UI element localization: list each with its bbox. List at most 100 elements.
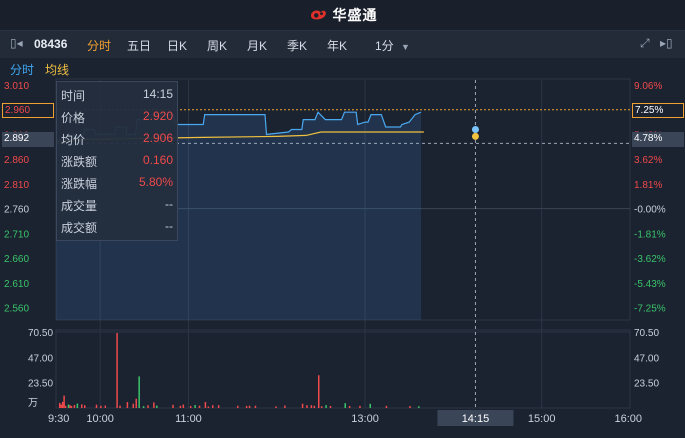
tooltip-value: 2.906 (142, 131, 173, 145)
volume-bar (64, 405, 67, 408)
volume-bar (61, 401, 64, 408)
brand-name: 华盛通 (332, 7, 378, 23)
interval-select[interactable]: 1分 ▼ (375, 37, 410, 54)
time-tick-label: 15:00 (528, 413, 556, 425)
volume-bar (194, 404, 196, 408)
time-tick-label: 16:00 (614, 413, 642, 425)
volume-pane-frame (55, 329, 631, 409)
volume-tick-label-left: 70.50 (28, 328, 53, 339)
tab-daily-k[interactable]: 日K (167, 37, 187, 54)
chevron-down-icon: ▼ (401, 42, 410, 52)
current-price-tag: 2.960 (2, 102, 54, 118)
average-cursor-dot (471, 132, 479, 140)
volume-bar (418, 406, 420, 408)
volume-bar (284, 405, 286, 408)
volume-bar (254, 405, 257, 408)
volume-bar (63, 395, 65, 408)
brand-logo-icon (310, 10, 326, 20)
brand-logo: 华盛通 (308, 5, 378, 25)
volume-bar (135, 398, 137, 408)
volume-bar (212, 405, 214, 408)
volume-bar (153, 402, 155, 408)
price-tick-label: 2.760 (4, 205, 29, 216)
volume-bar (81, 404, 83, 408)
pct-tick-label: -1.81% (634, 229, 666, 240)
volume-bar (100, 405, 102, 408)
volume-bar (119, 405, 121, 408)
tab-yearly-k[interactable]: 年K (327, 37, 347, 54)
tooltip-value: -- (165, 219, 173, 233)
price-cursor-dot (471, 125, 479, 133)
volume-bar (138, 376, 140, 408)
volume-tick-label-right: 23.50 (634, 379, 659, 390)
pct-tick-label: 1.81% (634, 180, 662, 191)
volume-bar (156, 405, 158, 408)
volume-bar (142, 406, 145, 408)
tab-quarterly-k[interactable]: 季K (287, 37, 307, 54)
price-tick-label: 2.710 (4, 229, 29, 240)
pct-tick-label: 9.06% (634, 81, 662, 92)
volume-bar (320, 406, 323, 408)
tooltip-label: 涨跌额 (61, 155, 98, 169)
time-tick-label: 13:00 (351, 413, 379, 425)
volume-bar (95, 404, 98, 408)
tooltip-label: 涨跌幅 (61, 177, 98, 191)
tooltip-row-avg: 均价 2.906 (61, 128, 173, 150)
tooltip-row-volume: 成交量 -- (61, 194, 173, 216)
volume-bar (207, 406, 210, 408)
volume-bar (325, 405, 327, 408)
volume-bar (248, 405, 251, 408)
volume-bar (182, 404, 185, 408)
tab-intraday[interactable]: 分时 (87, 37, 111, 54)
cursor-time-tag: 14:15 (462, 413, 490, 425)
volume-bar (73, 404, 76, 408)
volume-bar (172, 404, 174, 408)
price-tick-label: 3.010 (4, 81, 29, 92)
tooltip-value: 14:15 (142, 87, 173, 101)
volume-bar (116, 332, 118, 408)
current-pct-tag: 7.25% (632, 102, 684, 118)
tooltip-label: 成交额 (61, 221, 98, 235)
tab-five-day[interactable]: 五日 (127, 37, 151, 54)
volume-bar (306, 405, 308, 408)
price-tick-label: 2.560 (4, 304, 29, 315)
tab-monthly-k[interactable]: 月K (247, 37, 267, 54)
price-tick-label: 2.610 (4, 279, 29, 290)
tooltip-row-change-pct: 涨跌幅 5.80% (61, 172, 173, 194)
price-tick-label: 2.810 (4, 180, 29, 191)
volume-bar (313, 405, 316, 408)
volume-bar (198, 405, 201, 408)
volume-bar (189, 405, 192, 408)
volume-bar (409, 406, 411, 408)
volume-bar (237, 405, 239, 408)
time-tick-label: 10:00 (86, 413, 114, 425)
time-tick-label: 9:30 (48, 413, 69, 425)
indicator-average[interactable]: 均线 (45, 61, 69, 78)
volume-bar (317, 375, 320, 408)
volume-tick-label-left: 万 (28, 398, 38, 409)
tooltip-value: 5.80% (138, 175, 173, 189)
time-tick-label: 11:00 (175, 413, 202, 425)
volume-bar (359, 405, 361, 408)
tooltip-row-price: 价格 2.920 (61, 106, 173, 128)
volume-bar (70, 405, 73, 408)
volume-bar (179, 405, 182, 408)
collapse-right-icon[interactable]: ▸▯ (660, 36, 673, 50)
price-tick-label: 2.660 (4, 254, 29, 265)
pct-tick-label: 3.62% (634, 155, 662, 166)
volume-bar (104, 405, 107, 408)
volume-bar (58, 402, 61, 408)
volume-tick-label-right: 47.00 (634, 353, 659, 364)
tab-weekly-k[interactable]: 周K (207, 37, 227, 54)
collapse-left-icon[interactable]: ▯◂ (10, 36, 23, 50)
volume-bar (67, 404, 70, 408)
pct-tick-label: -0.00% (634, 205, 666, 216)
volume-bar (275, 406, 277, 408)
pct-tick-label: -7.25% (634, 304, 666, 315)
expand-icon[interactable]: ⤢ (640, 36, 650, 51)
volume-bar (69, 405, 71, 408)
indicator-intraday[interactable]: 分时 (10, 61, 34, 78)
title-bar: 华盛通 (0, 0, 685, 31)
cursor-pct-tag: 4.78% (632, 132, 684, 147)
volume-bar (204, 401, 207, 408)
